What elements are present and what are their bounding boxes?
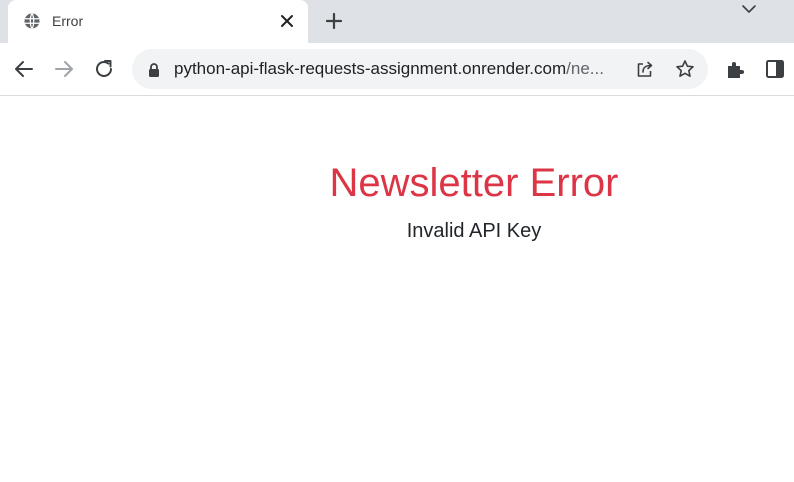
reload-icon[interactable]	[93, 58, 115, 80]
lock-icon[interactable]	[147, 62, 161, 78]
error-message: Invalid API Key	[406, 220, 542, 242]
url-host: python-api-flask-requests-assignment.onr…	[174, 59, 567, 78]
url-text[interactable]: python-api-flask-requests-assignment.onr…	[174, 59, 604, 79]
toolbar: python-api-flask-requests-assignment.onr…	[0, 43, 794, 96]
star-icon[interactable]	[675, 59, 695, 79]
url-path: /ne...	[566, 59, 604, 78]
forward-arrow-icon[interactable]	[53, 58, 75, 80]
page-title: Newsletter Error	[329, 161, 619, 205]
close-icon[interactable]	[278, 12, 296, 30]
side-panel-icon[interactable]	[764, 58, 786, 80]
tab-strip: Error	[0, 0, 794, 43]
address-bar[interactable]: python-api-flask-requests-assignment.onr…	[132, 49, 708, 89]
browser-window: Error python-api-flask-requests-assignme…	[0, 0, 794, 482]
back-arrow-icon[interactable]	[13, 58, 35, 80]
tab-title: Error	[52, 13, 84, 29]
chevron-down-icon[interactable]	[740, 2, 758, 16]
page-content: Newsletter Error Invalid API Key	[0, 96, 794, 482]
puzzle-icon[interactable]	[724, 58, 746, 80]
tab-active[interactable]: Error	[8, 0, 308, 43]
globe-icon	[24, 13, 40, 29]
share-icon[interactable]	[635, 59, 655, 79]
plus-icon[interactable]	[325, 12, 343, 30]
